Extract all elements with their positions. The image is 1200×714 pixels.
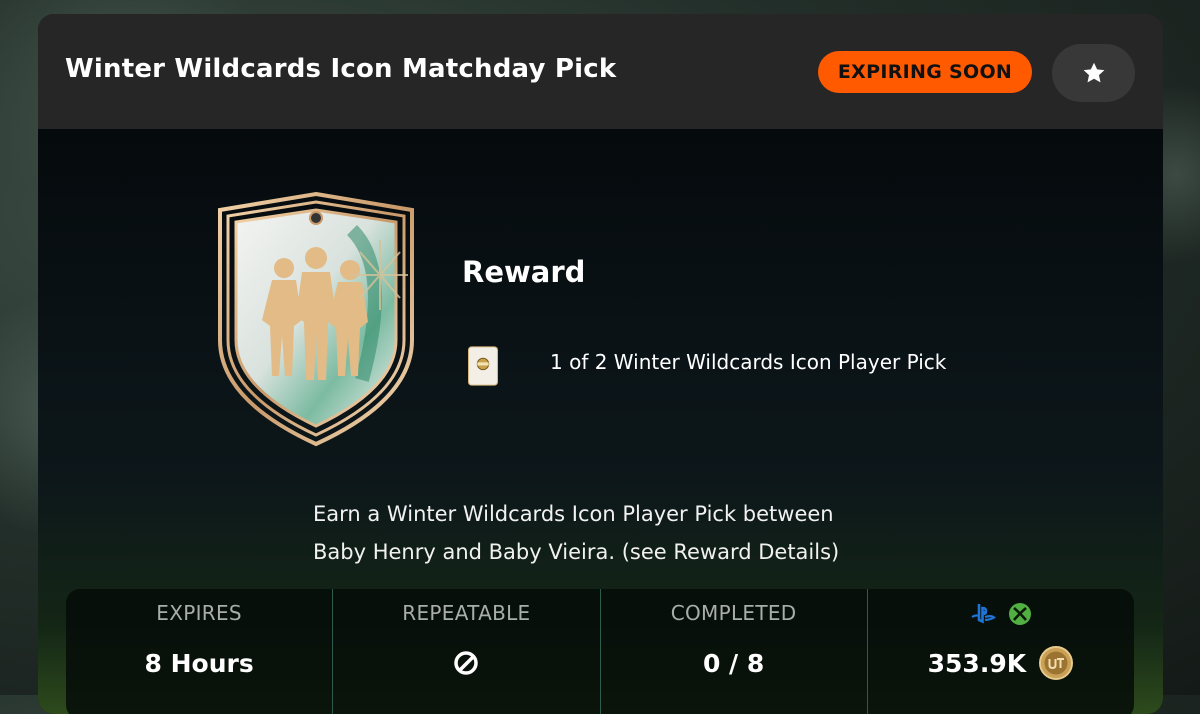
player-pick-card-icon <box>468 346 498 386</box>
reward-item-label: 1 of 2 Winter Wildcards Icon Player Pick <box>550 350 947 374</box>
price-row: 353.9K <box>868 645 1134 681</box>
completed-label: COMPLETED <box>670 601 797 625</box>
infinite-repeat-icon <box>454 651 479 675</box>
stats-bar: EXPIRES 8 Hours REPEATABLE COMPLETED 0 /… <box>66 589 1134 714</box>
price-value: 353.9K <box>927 648 1027 678</box>
page-title: Winter Wildcards Icon Matchday Pick <box>65 54 617 84</box>
objective-description: Earn a Winter Wildcards Icon Player Pick… <box>313 495 953 571</box>
xbox-icon <box>1008 603 1031 625</box>
card-header: Winter Wildcards Icon Matchday Pick EXPI… <box>38 14 1163 129</box>
completed-value: 0 / 8 <box>702 649 765 678</box>
expires-value: 8 Hours <box>144 649 254 678</box>
repeatable-label: REPEATABLE <box>402 601 531 625</box>
expiring-soon-badge: EXPIRING SOON <box>818 51 1032 93</box>
playstation-icon <box>971 604 996 624</box>
favorite-button[interactable] <box>1052 44 1135 102</box>
description-line-1: Earn a Winter Wildcards Icon Player Pick… <box>313 502 834 526</box>
objective-card: Winter Wildcards Icon Matchday Pick EXPI… <box>38 14 1163 714</box>
stat-price: 353.9K <box>868 589 1134 714</box>
description-line-2: Baby Henry and Baby Vieira. (see Reward … <box>313 540 840 564</box>
ut-coin-icon <box>1039 646 1074 680</box>
platform-icons <box>868 602 1134 626</box>
stat-completed: COMPLETED 0 / 8 <box>601 589 868 714</box>
star-icon <box>1083 62 1104 83</box>
stat-repeatable: REPEATABLE <box>333 589 601 714</box>
repeatable-value <box>333 649 599 683</box>
stat-expires: EXPIRES 8 Hours <box>66 589 334 714</box>
expires-label: EXPIRES <box>156 601 242 625</box>
icon-pack-crest-icon <box>218 191 414 447</box>
reward-heading: Reward <box>462 255 586 289</box>
